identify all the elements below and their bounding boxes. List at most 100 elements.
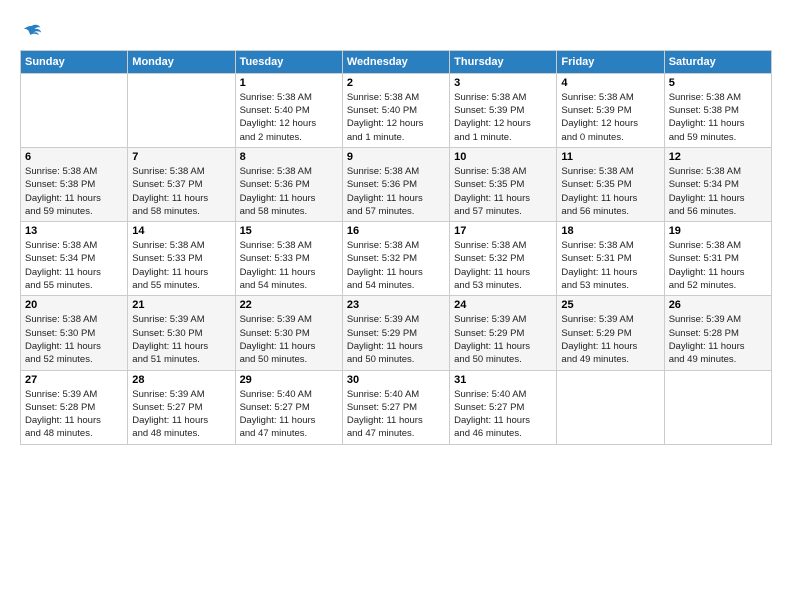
day-number: 20 xyxy=(25,299,123,311)
day-info: Sunrise: 5:39 AM Sunset: 5:29 PM Dayligh… xyxy=(454,313,552,366)
day-number: 11 xyxy=(561,151,659,163)
logo-text xyxy=(20,20,42,40)
weekday-header-thursday: Thursday xyxy=(450,50,557,73)
weekday-header-monday: Monday xyxy=(128,50,235,73)
day-info: Sunrise: 5:39 AM Sunset: 5:30 PM Dayligh… xyxy=(240,313,338,366)
day-info: Sunrise: 5:39 AM Sunset: 5:30 PM Dayligh… xyxy=(132,313,230,366)
day-info: Sunrise: 5:38 AM Sunset: 5:30 PM Dayligh… xyxy=(25,313,123,366)
day-number: 10 xyxy=(454,151,552,163)
day-number: 24 xyxy=(454,299,552,311)
calendar-cell: 11 Sunrise: 5:38 AM Sunset: 5:35 PM Dayli… xyxy=(557,147,664,221)
day-number: 3 xyxy=(454,77,552,89)
calendar-table: SundayMondayTuesdayWednesdayThursdayFrid… xyxy=(20,50,772,445)
calendar-cell: 19 Sunrise: 5:38 AM Sunset: 5:31 PM Dayli… xyxy=(664,222,771,296)
day-info: Sunrise: 5:39 AM Sunset: 5:28 PM Dayligh… xyxy=(25,388,123,441)
day-info: Sunrise: 5:38 AM Sunset: 5:33 PM Dayligh… xyxy=(240,239,338,292)
calendar-cell: 31 Sunrise: 5:40 AM Sunset: 5:27 PM Dayli… xyxy=(450,370,557,444)
day-info: Sunrise: 5:39 AM Sunset: 5:28 PM Dayligh… xyxy=(669,313,767,366)
day-info: Sunrise: 5:38 AM Sunset: 5:39 PM Dayligh… xyxy=(454,91,552,144)
calendar-cell: 4 Sunrise: 5:38 AM Sunset: 5:39 PM Daylig… xyxy=(557,73,664,147)
day-info: Sunrise: 5:38 AM Sunset: 5:34 PM Dayligh… xyxy=(25,239,123,292)
day-info: Sunrise: 5:38 AM Sunset: 5:33 PM Dayligh… xyxy=(132,239,230,292)
calendar-cell xyxy=(21,73,128,147)
day-number: 9 xyxy=(347,151,445,163)
calendar-cell xyxy=(128,73,235,147)
day-info: Sunrise: 5:38 AM Sunset: 5:35 PM Dayligh… xyxy=(454,165,552,218)
day-number: 31 xyxy=(454,374,552,386)
day-number: 27 xyxy=(25,374,123,386)
day-number: 30 xyxy=(347,374,445,386)
weekday-header-tuesday: Tuesday xyxy=(235,50,342,73)
calendar-cell: 3 Sunrise: 5:38 AM Sunset: 5:39 PM Daylig… xyxy=(450,73,557,147)
calendar-cell: 12Sunrise: 5:38 AM Sunset: 5:34 PM Dayli… xyxy=(664,147,771,221)
calendar-week-5: 27 Sunrise: 5:39 AM Sunset: 5:28 PM Dayli… xyxy=(21,370,772,444)
day-info: Sunrise: 5:38 AM Sunset: 5:36 PM Dayligh… xyxy=(347,165,445,218)
day-info: Sunrise: 5:39 AM Sunset: 5:29 PM Dayligh… xyxy=(347,313,445,366)
day-number: 13 xyxy=(25,225,123,237)
weekday-header-wednesday: Wednesday xyxy=(342,50,449,73)
calendar-cell: 9 Sunrise: 5:38 AM Sunset: 5:36 PM Daylig… xyxy=(342,147,449,221)
logo xyxy=(20,20,42,40)
day-number: 19 xyxy=(669,225,767,237)
weekday-header-row: SundayMondayTuesdayWednesdayThursdayFrid… xyxy=(21,50,772,73)
calendar-week-2: 6Sunrise: 5:38 AM Sunset: 5:38 PM Daylig… xyxy=(21,147,772,221)
calendar-cell: 14 Sunrise: 5:38 AM Sunset: 5:33 PM Dayli… xyxy=(128,222,235,296)
day-info: Sunrise: 5:38 AM Sunset: 5:40 PM Dayligh… xyxy=(240,91,338,144)
day-info: Sunrise: 5:38 AM Sunset: 5:39 PM Dayligh… xyxy=(561,91,659,144)
day-number: 18 xyxy=(561,225,659,237)
calendar-cell: 6Sunrise: 5:38 AM Sunset: 5:38 PM Daylig… xyxy=(21,147,128,221)
calendar-cell: 24 Sunrise: 5:39 AM Sunset: 5:29 PM Dayli… xyxy=(450,296,557,370)
day-number: 5 xyxy=(669,77,767,89)
day-info: Sunrise: 5:38 AM Sunset: 5:32 PM Dayligh… xyxy=(454,239,552,292)
calendar-cell: 15Sunrise: 5:38 AM Sunset: 5:33 PM Dayli… xyxy=(235,222,342,296)
calendar-cell: 13 Sunrise: 5:38 AM Sunset: 5:34 PM Dayli… xyxy=(21,222,128,296)
day-info: Sunrise: 5:38 AM Sunset: 5:35 PM Dayligh… xyxy=(561,165,659,218)
day-info: Sunrise: 5:38 AM Sunset: 5:31 PM Dayligh… xyxy=(561,239,659,292)
day-info: Sunrise: 5:38 AM Sunset: 5:32 PM Dayligh… xyxy=(347,239,445,292)
day-number: 4 xyxy=(561,77,659,89)
day-number: 22 xyxy=(240,299,338,311)
calendar-cell: 17Sunrise: 5:38 AM Sunset: 5:32 PM Dayli… xyxy=(450,222,557,296)
day-number: 12 xyxy=(669,151,767,163)
day-number: 7 xyxy=(132,151,230,163)
calendar-week-1: 1 Sunrise: 5:38 AM Sunset: 5:40 PM Daylig… xyxy=(21,73,772,147)
calendar-week-4: 20 Sunrise: 5:38 AM Sunset: 5:30 PM Dayli… xyxy=(21,296,772,370)
calendar-cell: 7 Sunrise: 5:38 AM Sunset: 5:37 PM Daylig… xyxy=(128,147,235,221)
day-info: Sunrise: 5:38 AM Sunset: 5:37 PM Dayligh… xyxy=(132,165,230,218)
day-number: 14 xyxy=(132,225,230,237)
calendar-cell: 20 Sunrise: 5:38 AM Sunset: 5:30 PM Dayli… xyxy=(21,296,128,370)
calendar-cell: 5 Sunrise: 5:38 AM Sunset: 5:38 PM Daylig… xyxy=(664,73,771,147)
day-number: 26 xyxy=(669,299,767,311)
page-header xyxy=(20,20,772,40)
calendar-cell: 27 Sunrise: 5:39 AM Sunset: 5:28 PM Dayli… xyxy=(21,370,128,444)
day-number: 21 xyxy=(132,299,230,311)
calendar-cell: 16 Sunrise: 5:38 AM Sunset: 5:32 PM Dayli… xyxy=(342,222,449,296)
calendar-cell: 21 Sunrise: 5:39 AM Sunset: 5:30 PM Dayli… xyxy=(128,296,235,370)
day-number: 16 xyxy=(347,225,445,237)
calendar-cell: 26 Sunrise: 5:39 AM Sunset: 5:28 PM Dayli… xyxy=(664,296,771,370)
weekday-header-friday: Friday xyxy=(557,50,664,73)
day-info: Sunrise: 5:40 AM Sunset: 5:27 PM Dayligh… xyxy=(454,388,552,441)
calendar-cell: 22 Sunrise: 5:39 AM Sunset: 5:30 PM Dayli… xyxy=(235,296,342,370)
day-info: Sunrise: 5:40 AM Sunset: 5:27 PM Dayligh… xyxy=(347,388,445,441)
calendar-cell: 25Sunrise: 5:39 AM Sunset: 5:29 PM Dayli… xyxy=(557,296,664,370)
calendar-cell xyxy=(557,370,664,444)
day-info: Sunrise: 5:38 AM Sunset: 5:31 PM Dayligh… xyxy=(669,239,767,292)
day-info: Sunrise: 5:39 AM Sunset: 5:29 PM Dayligh… xyxy=(561,313,659,366)
day-info: Sunrise: 5:38 AM Sunset: 5:38 PM Dayligh… xyxy=(669,91,767,144)
weekday-header-sunday: Sunday xyxy=(21,50,128,73)
day-number: 2 xyxy=(347,77,445,89)
calendar-cell: 30 Sunrise: 5:40 AM Sunset: 5:27 PM Dayli… xyxy=(342,370,449,444)
day-info: Sunrise: 5:38 AM Sunset: 5:40 PM Dayligh… xyxy=(347,91,445,144)
weekday-header-saturday: Saturday xyxy=(664,50,771,73)
calendar-cell: 23 Sunrise: 5:39 AM Sunset: 5:29 PM Dayli… xyxy=(342,296,449,370)
calendar-cell: 18 Sunrise: 5:38 AM Sunset: 5:31 PM Dayli… xyxy=(557,222,664,296)
day-number: 8 xyxy=(240,151,338,163)
day-number: 23 xyxy=(347,299,445,311)
calendar-week-3: 13 Sunrise: 5:38 AM Sunset: 5:34 PM Dayli… xyxy=(21,222,772,296)
day-info: Sunrise: 5:38 AM Sunset: 5:36 PM Dayligh… xyxy=(240,165,338,218)
day-info: Sunrise: 5:38 AM Sunset: 5:38 PM Dayligh… xyxy=(25,165,123,218)
calendar-header: SundayMondayTuesdayWednesdayThursdayFrid… xyxy=(21,50,772,73)
day-number: 1 xyxy=(240,77,338,89)
day-number: 28 xyxy=(132,374,230,386)
